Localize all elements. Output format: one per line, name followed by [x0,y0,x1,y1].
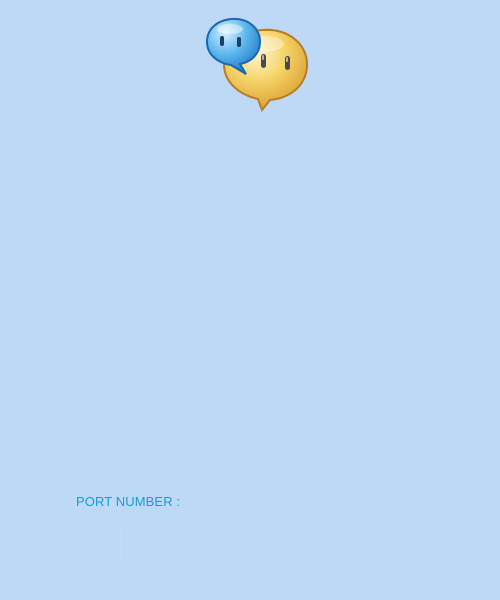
port-number-input[interactable] [76,524,436,562]
input-caret [121,528,122,562]
chat-bubbles-icon [204,16,312,114]
app-window: PORT NUMBER : [0,0,500,600]
port-number-label: PORT NUMBER : [76,494,181,509]
